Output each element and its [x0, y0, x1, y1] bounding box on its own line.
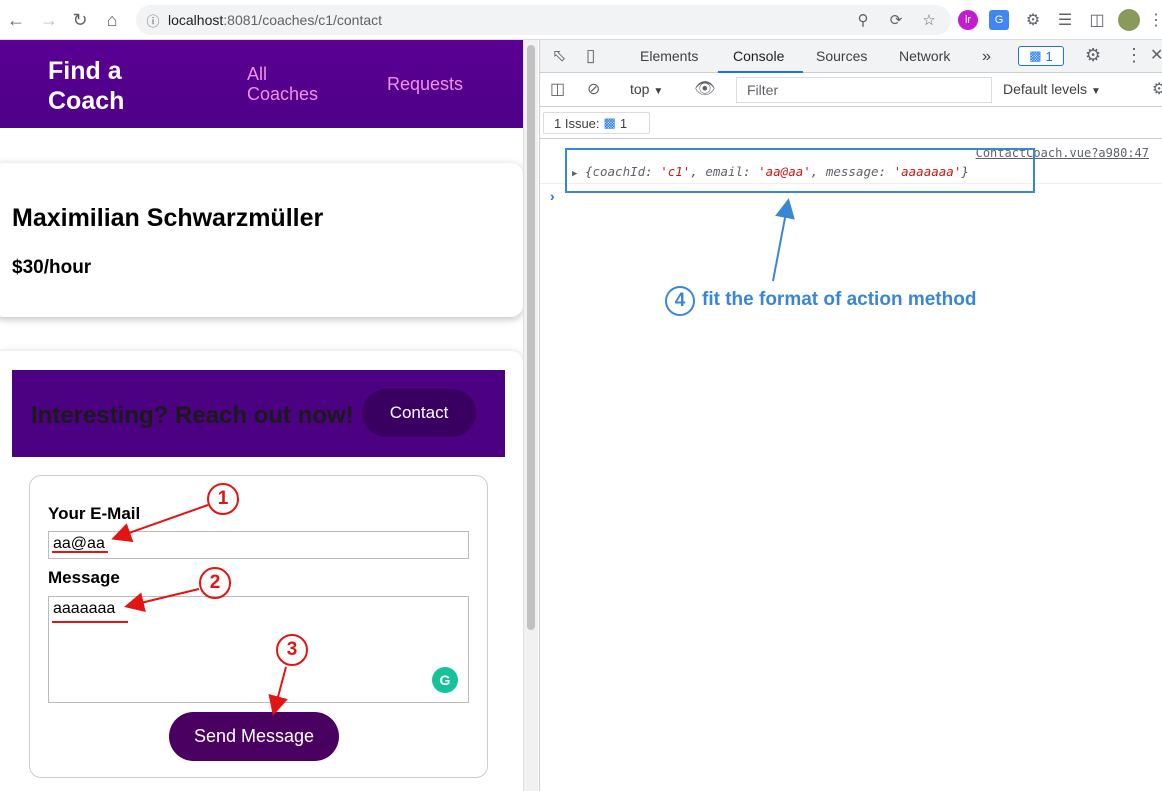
log-levels-value: Default levels: [1003, 81, 1088, 97]
coach-name: Maximilian Schwarzmüller: [12, 204, 324, 232]
log-levels-select[interactable]: Default levels ▼: [1003, 81, 1101, 97]
chevron-down-icon: ▼: [653, 86, 664, 97]
issues-number: 1: [619, 115, 628, 131]
annotation-number-3: 3: [276, 634, 308, 666]
context-value: top: [630, 81, 650, 97]
inspect-element-icon[interactable]: ⬁: [552, 46, 566, 66]
chevron-down-icon: ▼: [1090, 86, 1101, 97]
close-devtools-icon[interactable]: ✕: [1150, 45, 1162, 65]
send-message-button[interactable]: Send Message: [169, 712, 339, 761]
console-filter-input[interactable]: Filter: [736, 77, 992, 103]
reach-out-banner: Interesting? Reach out now! Contact: [12, 370, 505, 457]
annotation-number-4: 4: [665, 286, 695, 316]
annotation-number-1: 1: [207, 483, 239, 515]
contact-button[interactable]: Contact: [362, 389, 476, 437]
extension-lr-icon[interactable]: lr: [958, 10, 978, 30]
clear-console-icon[interactable]: ⊘: [587, 79, 600, 99]
sidebar-toggle-icon[interactable]: ◫: [550, 79, 565, 99]
devtools-tabbar: ⬁ ▯ Elements Console Sources Network » ▩…: [540, 40, 1162, 73]
bookmark-star-icon[interactable]: ☆: [920, 11, 938, 29]
message-label: Message: [48, 568, 120, 587]
home-icon[interactable]: ⌂: [100, 8, 124, 32]
url-text: localhost:8081/coaches/c1/contact: [168, 12, 383, 28]
device-toolbar-icon[interactable]: ▯: [586, 46, 595, 66]
more-tabs-icon[interactable]: »: [982, 48, 991, 66]
app-header: Find a Coach All Coaches Requests: [0, 40, 523, 128]
issues-row: 1 Issue: ▩ 1: [540, 107, 1162, 139]
coach-card: [0, 163, 523, 317]
side-panel-icon[interactable]: ◫: [1087, 10, 1107, 30]
email-field[interactable]: aa@aa: [48, 531, 469, 559]
message-icon: ▩: [1029, 48, 1042, 63]
grammarly-icon[interactable]: G: [432, 667, 458, 693]
message-icon: ▩: [603, 115, 616, 130]
page-scrollbar[interactable]: [523, 40, 538, 791]
log-highlight-box: [565, 148, 1035, 193]
issues-badge[interactable]: ▩ 1: [1018, 46, 1064, 66]
coach-rate: $30/hour: [12, 257, 92, 278]
annotation-note-4: fit the format of action method: [702, 289, 977, 310]
scrollbar-thumb[interactable]: [527, 45, 535, 630]
tab-network[interactable]: Network: [899, 48, 950, 64]
tab-elements[interactable]: Elements: [640, 48, 698, 64]
message-textarea[interactable]: aaaaaaa: [48, 596, 469, 703]
issues-button[interactable]: 1 Issue: ▩ 1: [543, 112, 650, 134]
address-bar[interactable]: ⓘ localhost:8081/coaches/c1/contact ⚲ ⟳ …: [136, 5, 951, 35]
reload-icon[interactable]: ↻: [68, 8, 92, 32]
translate-extension-icon[interactable]: G: [989, 10, 1009, 30]
email-label: Your E-Mail: [48, 504, 141, 523]
settings-gear-icon[interactable]: ⚙: [1085, 45, 1101, 66]
nav-requests[interactable]: Requests: [387, 74, 463, 95]
browser-toolbar: ← → ↻ ⌂ ⓘ localhost:8081/coaches/c1/cont…: [0, 0, 1162, 40]
context-select[interactable]: top ▼: [630, 81, 663, 97]
issues-badge-count: 1: [1045, 48, 1053, 64]
media-queue-icon[interactable]: ☰: [1055, 10, 1075, 30]
console-settings-icon[interactable]: ⚙: [1152, 79, 1162, 99]
profile-avatar[interactable]: [1118, 9, 1140, 31]
web-page: Find a Coach All Coaches Requests Maximi…: [0, 40, 523, 791]
console-toolbar: ◫ ⊘ top ▼ 👁 Filter Default levels ▼ ⚙: [540, 73, 1162, 107]
nav-all-coaches[interactable]: All Coaches: [247, 64, 337, 104]
annotation-number-2: 2: [199, 567, 231, 599]
menu-kebab-icon[interactable]: ⋮: [1146, 10, 1162, 30]
share-icon[interactable]: ⟳: [887, 11, 905, 29]
console-prompt-icon[interactable]: ›: [550, 188, 555, 204]
back-icon[interactable]: ←: [4, 8, 28, 32]
devtools-menu-icon[interactable]: ⋮: [1125, 45, 1143, 66]
info-icon[interactable]: ⓘ: [144, 11, 162, 29]
forward-icon[interactable]: →: [37, 8, 61, 32]
tab-sources[interactable]: Sources: [816, 48, 867, 64]
zoom-icon[interactable]: ⚲: [854, 11, 872, 29]
brand-title[interactable]: Find a Coach: [48, 56, 168, 116]
live-expression-eye-icon[interactable]: 👁: [694, 79, 716, 99]
issues-label: 1 Issue:: [554, 115, 600, 131]
extensions-puzzle-icon[interactable]: ⚙: [1023, 10, 1043, 30]
reach-out-text: Interesting? Reach out now!: [31, 402, 354, 429]
tab-console[interactable]: Console: [733, 48, 784, 64]
